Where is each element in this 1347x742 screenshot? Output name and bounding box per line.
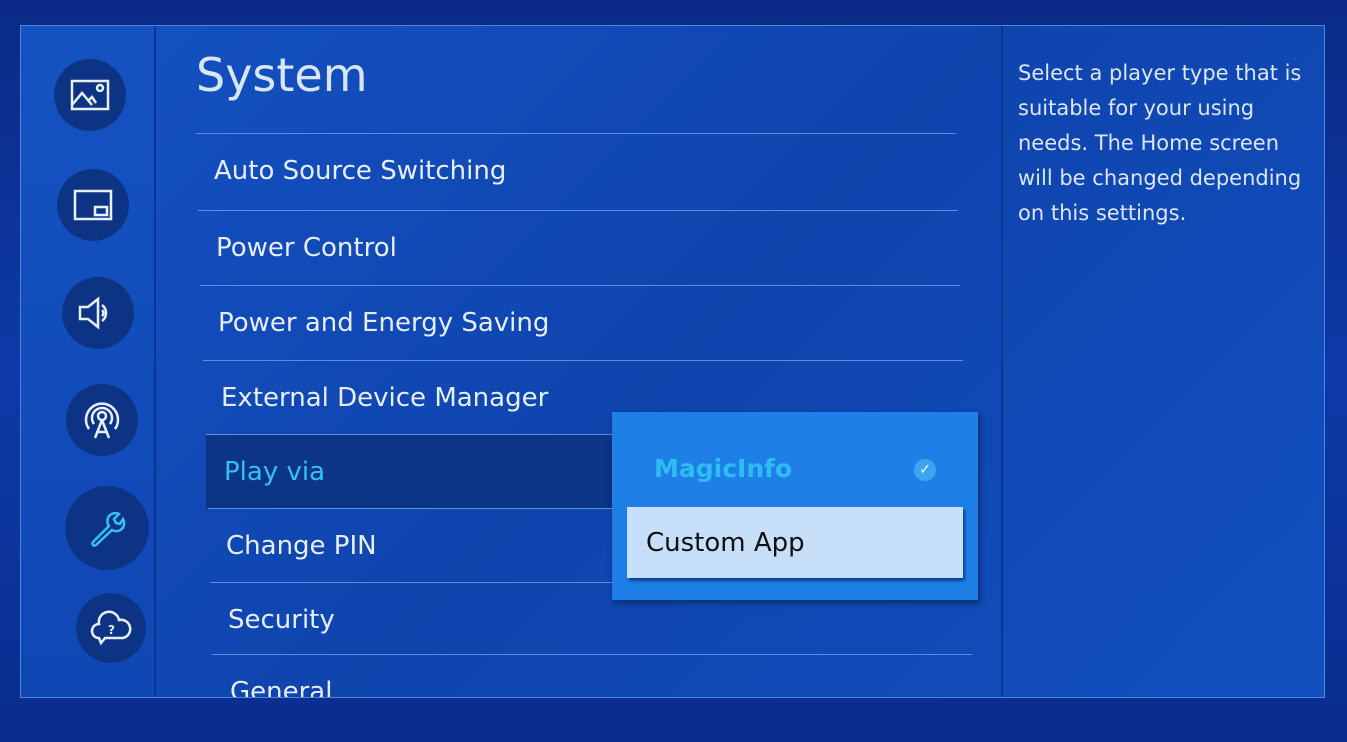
help-text: Select a player type that is suitable fo…	[1001, 26, 1326, 697]
play-via-dropdown: MagicInfo ✓ Custom App	[612, 412, 978, 600]
menu-item-general[interactable]: General	[212, 654, 972, 697]
option-custom-app[interactable]: Custom App	[627, 507, 963, 578]
pip-icon[interactable]	[57, 169, 129, 241]
picture-icon[interactable]	[54, 59, 126, 131]
menu-item-power-energy-saving[interactable]: Power and Energy Saving	[200, 285, 960, 360]
option-magicinfo[interactable]: MagicInfo	[654, 454, 792, 483]
settings-sidebar: ?	[21, 26, 156, 697]
menu-item-power-control[interactable]: Power Control	[198, 210, 958, 285]
support-icon[interactable]: ?	[76, 593, 146, 663]
network-icon[interactable]	[66, 384, 138, 456]
check-icon: ✓	[914, 459, 936, 481]
menu-item-auto-source-switching[interactable]: Auto Source Switching	[196, 133, 956, 208]
svg-text:?: ?	[108, 623, 115, 637]
sound-icon[interactable]	[62, 277, 134, 349]
wrench-icon[interactable]	[65, 486, 149, 570]
page-title: System	[196, 48, 368, 102]
